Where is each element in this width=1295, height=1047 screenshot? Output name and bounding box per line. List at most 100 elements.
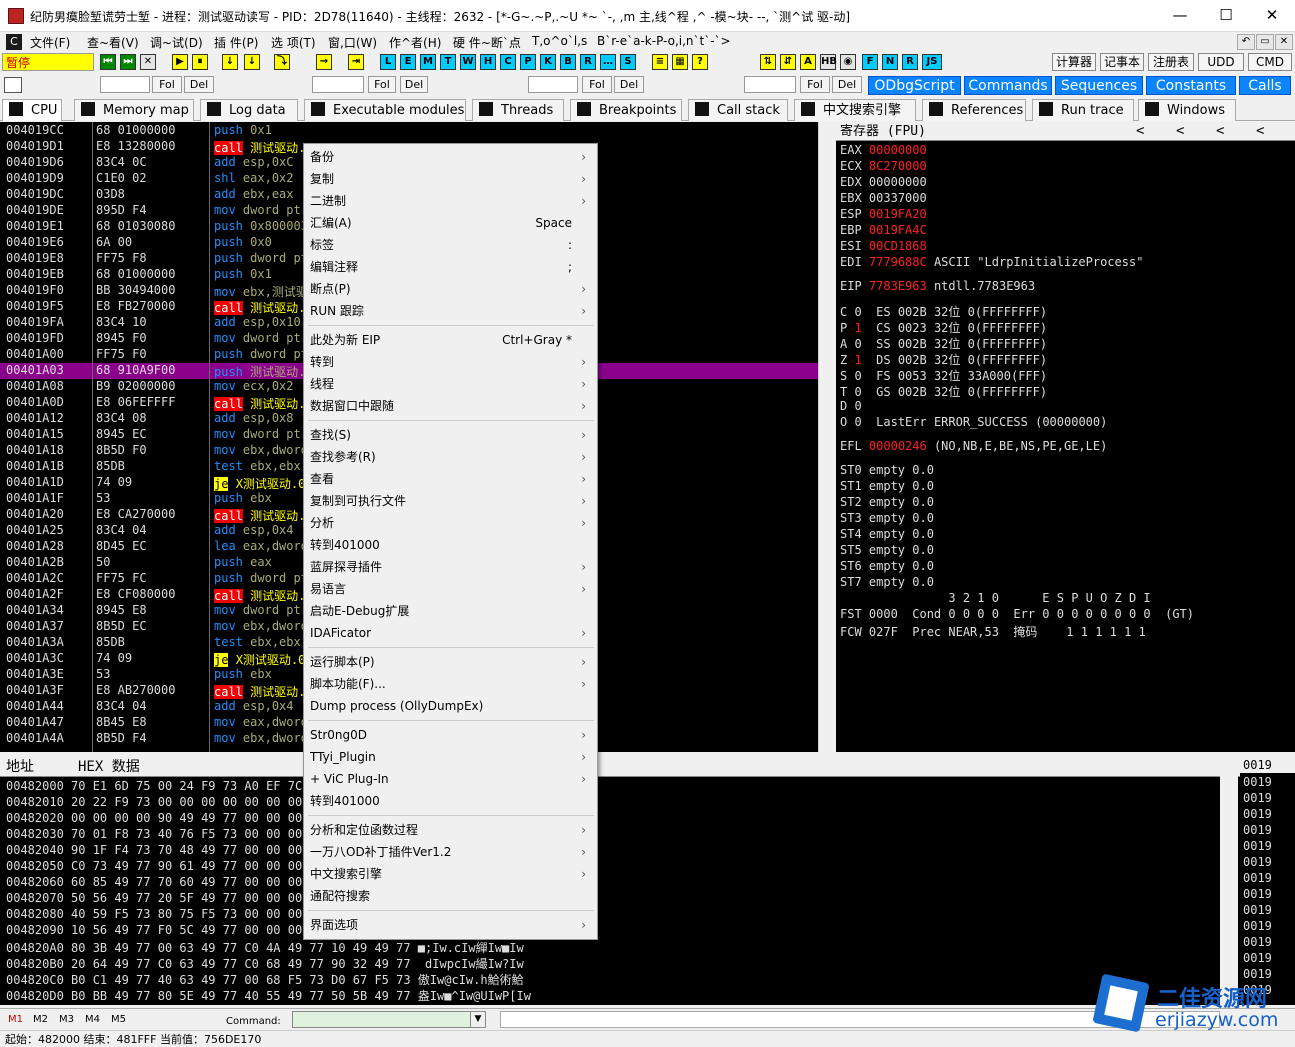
close-program-icon[interactable]: ✕ [140, 54, 156, 70]
menu-author[interactable]: 作^者(H) [389, 34, 441, 51]
plugin-calls[interactable]: Calls [1239, 76, 1291, 95]
cmd-button[interactable]: CMD [1248, 53, 1292, 71]
context-menu-item[interactable]: 转到 › [310, 351, 592, 373]
register-value[interactable]: 8C270000 [869, 159, 927, 173]
register-value[interactable]: 0019FA4C [869, 223, 927, 237]
cpu-icon[interactable]: C [500, 54, 516, 70]
hardware-bp-icon[interactable]: HB [820, 54, 837, 70]
stack-row[interactable]: 0019 [1243, 935, 1272, 951]
olly-c-icon[interactable]: C [6, 34, 22, 50]
chevron-down-icon[interactable]: ▼ [470, 1012, 485, 1027]
maximize-button[interactable]: ☐ [1203, 0, 1249, 32]
context-menu-item[interactable]: 断点(P) › [310, 278, 592, 300]
tab-memory-map[interactable]: Memory map [74, 99, 194, 121]
context-menu-item[interactable]: 一万八OD补丁插件Ver1.2 › [310, 841, 592, 863]
appearance-icon[interactable]: ▦ [672, 54, 688, 70]
callstack-icon[interactable]: K [540, 54, 556, 70]
flag-bit[interactable]: 1 [854, 321, 861, 335]
stack-row[interactable]: 0019 [1243, 871, 1272, 887]
tab-windows[interactable]: Windows [1138, 99, 1236, 121]
udd-button[interactable]: UDD [1198, 53, 1244, 71]
context-menu-item[interactable]: 界面选项 › [310, 914, 592, 936]
context-menu-item[interactable]: 查看 › [310, 468, 592, 490]
minimize-button[interactable]: — [1157, 0, 1203, 32]
notepad-button[interactable]: 记事本 [1100, 53, 1144, 71]
run-icon[interactable]: ▶ [172, 54, 188, 70]
disasm-row[interactable]: 004019CC 68 01000000 push 0x1 [0, 123, 818, 139]
context-menu-item[interactable]: 中文搜索引擎 › [310, 863, 592, 885]
f-icon[interactable]: F [862, 54, 878, 70]
mdi-maximize-icon[interactable]: ▭ [1256, 34, 1274, 50]
dump-row[interactable]: 004820B0 20 64 49 77 C0 63 49 77 C0 68 4… [6, 955, 524, 971]
context-menu-item[interactable]: 编辑注释; [310, 256, 592, 278]
register-value[interactable]: 00000246 [869, 439, 927, 453]
chevron-left-icon[interactable]: < [1216, 122, 1224, 141]
context-menu-item[interactable]: 数据窗口中跟随 › [310, 395, 592, 417]
open-icon[interactable]: ⏮ [100, 54, 116, 70]
record-icon[interactable]: ◉ [840, 54, 856, 70]
r-icon[interactable]: R [902, 54, 918, 70]
delete-button-1[interactable]: Del [184, 76, 214, 93]
stack-row[interactable]: 0019 [1243, 919, 1272, 935]
context-menu-item[interactable]: 复制 › [310, 168, 592, 190]
plugin-constants[interactable]: Constants [1146, 76, 1236, 95]
delete-button-4[interactable]: Del [832, 76, 862, 93]
step-into-icon[interactable]: ↓ [222, 54, 238, 70]
register-value[interactable]: 00000000 [869, 143, 927, 157]
context-menu-item[interactable]: Dump process (OllyDumpEx) [310, 695, 592, 717]
tab-threads[interactable]: Threads [472, 99, 564, 121]
log-window-icon[interactable]: L [380, 54, 396, 70]
register-value[interactable]: 00337000 [869, 191, 927, 205]
flag-bit[interactable]: 1 [854, 353, 861, 367]
mark-m2[interactable]: M2 [33, 1014, 48, 1025]
ascii-icon[interactable]: A [800, 54, 816, 70]
flag-bit[interactable]: 0 [854, 399, 861, 413]
plugin-sequences[interactable]: Sequences [1055, 76, 1143, 95]
hex-dump-pane[interactable]: 地址 HEX 数据 00482000 70 E1 6D 75 00 24 F9 … [0, 757, 1240, 1005]
mark-m3[interactable]: M3 [59, 1014, 74, 1025]
mark-m4[interactable]: M4 [85, 1014, 100, 1025]
context-menu-item[interactable]: 查找(S) › [310, 424, 592, 446]
context-menu-item[interactable]: 汇编(A) Space [310, 212, 592, 234]
dump-row[interactable]: 004820D0 B0 BB 49 77 80 5E 49 77 40 55 4… [6, 987, 531, 1003]
arrow-icon[interactable] [4, 77, 22, 93]
register-value[interactable]: 0019FA20 [869, 207, 927, 221]
flag-bit[interactable]: 0 [854, 385, 861, 399]
flag-bit[interactable]: 0 [854, 337, 861, 351]
stack-row[interactable]: 0019 [1243, 791, 1272, 807]
chevron-left-icon[interactable]: < [1256, 122, 1264, 141]
flag-bit[interactable]: 0 [854, 415, 861, 429]
help-icon[interactable]: ? [692, 54, 708, 70]
chevron-left-icon[interactable]: < [1136, 122, 1144, 141]
sort-desc-icon[interactable]: ⇵ [780, 54, 796, 70]
run-trace-icon[interactable]: … [600, 54, 616, 70]
dump-row[interactable]: 004820A0 80 3B 49 77 00 63 49 77 C0 4A 4… [6, 939, 524, 955]
context-menu-item[interactable]: 启动E-Debug扩展 [310, 600, 592, 622]
context-menu-item[interactable]: 分析 › [310, 512, 592, 534]
context-menu-item[interactable]: RUN 跟踪 › [310, 300, 592, 322]
go-to-icon[interactable]: ⇥ [348, 54, 364, 70]
command-field-4[interactable] [744, 76, 796, 93]
context-menu-item[interactable]: 运行脚本(P) › [310, 651, 592, 673]
threads-icon[interactable]: T [440, 54, 456, 70]
disassembly-scrollbar[interactable] [818, 122, 834, 752]
mdi-restore-icon[interactable]: ↶ [1237, 34, 1255, 50]
context-menu-item[interactable]: IDAFicator › [310, 622, 592, 644]
stack-row[interactable]: 0019 [1243, 775, 1272, 791]
tab-run-trace[interactable]: Run trace [1032, 99, 1134, 121]
command-field-2[interactable] [312, 76, 364, 93]
dump-row[interactable]: 004820C0 B0 C1 49 77 40 63 49 77 00 68 F… [6, 971, 524, 987]
stack-row[interactable]: 0019 [1243, 807, 1272, 823]
context-menu-item[interactable]: + ViC Plug-In › [310, 768, 592, 790]
handles-icon[interactable]: H [480, 54, 496, 70]
patches-icon[interactable]: P [520, 54, 536, 70]
stack-row[interactable]: 0019 [1243, 951, 1272, 967]
close-button[interactable]: ✕ [1249, 0, 1295, 32]
menu-options[interactable]: 选 项(T) [271, 34, 316, 51]
context-menu-item[interactable]: 备份 › [310, 146, 592, 168]
plugin-odbgscript[interactable]: ODbgScript [868, 76, 961, 95]
execute-till-return-icon[interactable]: → [316, 54, 332, 70]
registers-pane[interactable]: 寄存器 (FPU) < < < < EAX 00000000 ECX 8C2700… [836, 122, 1295, 752]
register-value[interactable]: 7779688C [869, 255, 927, 269]
context-menu-item[interactable]: 转到401000 [310, 790, 592, 812]
